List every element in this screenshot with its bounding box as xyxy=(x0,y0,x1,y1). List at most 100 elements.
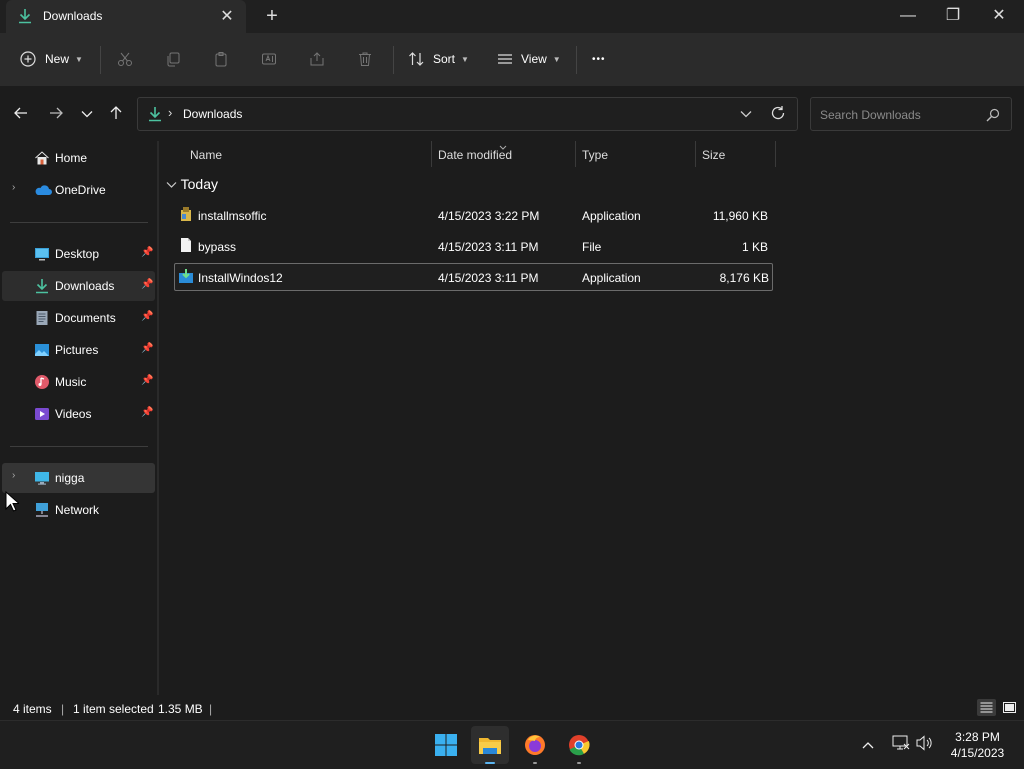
pin-icon[interactable]: 📌 xyxy=(141,279,153,290)
chevron-down-icon xyxy=(81,107,93,121)
column-header-size[interactable]: Size xyxy=(702,148,725,162)
document-icon xyxy=(34,310,50,326)
tiles-view-button[interactable] xyxy=(1000,699,1018,716)
chevron-right-icon[interactable]: › xyxy=(12,182,15,193)
copy-button[interactable] xyxy=(165,48,181,70)
sidebar-item-videos[interactable]: Videos 📌 xyxy=(2,399,155,429)
sidebar-item-label: Downloads xyxy=(55,279,115,293)
breadcrumb-downloads[interactable]: Downloads xyxy=(183,107,242,121)
chevron-right-icon[interactable]: › xyxy=(12,470,15,481)
selected-size: 1.35 MB xyxy=(158,702,203,716)
sidebar-item-downloads[interactable]: Downloads 📌 xyxy=(2,271,155,301)
cloud-icon xyxy=(34,182,52,198)
sidebar-item-label: Home xyxy=(55,151,88,165)
column-divider[interactable] xyxy=(431,141,432,167)
close-tab-button[interactable]: ✕ xyxy=(218,6,236,26)
pin-icon[interactable]: 📌 xyxy=(141,407,153,418)
picture-icon xyxy=(34,342,50,358)
file-date: 4/15/2023 3:22 PM xyxy=(438,209,540,223)
pane-splitter[interactable] xyxy=(157,141,159,695)
network-status-icon[interactable] xyxy=(892,735,910,754)
view-button[interactable]: View ▼ xyxy=(497,48,561,70)
taskbar-chrome[interactable] xyxy=(560,726,598,764)
tiles-view-icon xyxy=(1002,702,1016,713)
volume-icon[interactable] xyxy=(916,735,934,754)
download-icon xyxy=(34,278,50,294)
table-row[interactable]: installmsoffic 4/15/2023 3:22 PM Applica… xyxy=(174,202,771,228)
pin-icon[interactable]: 📌 xyxy=(141,311,153,322)
column-header-name[interactable]: Name xyxy=(190,148,222,162)
rename-button[interactable] xyxy=(261,48,277,70)
sort-button[interactable]: Sort ▼ xyxy=(408,48,469,70)
chevron-up-icon xyxy=(862,742,874,749)
pin-icon[interactable]: 📌 xyxy=(141,343,153,354)
file-type: File xyxy=(582,240,602,254)
video-icon xyxy=(34,406,50,422)
divider xyxy=(576,46,577,74)
column-header-type[interactable]: Type xyxy=(582,148,608,162)
start-button[interactable] xyxy=(427,726,465,764)
sidebar-item-label: Network xyxy=(55,503,100,517)
up-button[interactable] xyxy=(105,104,127,124)
table-row[interactable]: bypass 4/15/2023 3:11 PM File 1 KB xyxy=(174,233,771,259)
refresh-icon[interactable] xyxy=(770,105,786,124)
chevron-down-icon: ▼ xyxy=(461,54,469,64)
sidebar-item-music[interactable]: Music 📌 xyxy=(2,367,155,397)
close-window-button[interactable]: ✕ xyxy=(976,3,1022,29)
column-divider[interactable] xyxy=(575,141,576,167)
item-count: 4 items xyxy=(13,702,52,716)
details-view-icon xyxy=(980,702,993,713)
pin-icon[interactable]: 📌 xyxy=(141,375,153,386)
selected-count: 1 item selected xyxy=(73,702,154,716)
file-type: Application xyxy=(582,271,641,285)
tab-title: Downloads xyxy=(43,9,103,23)
pin-icon[interactable]: 📌 xyxy=(141,247,153,258)
command-bar: New ▼ Sort ▼ View ▼ ••• xyxy=(0,33,1024,87)
address-bar[interactable]: › Downloads xyxy=(137,97,798,131)
table-row-selected[interactable]: InstallWindos12 4/15/2023 3:11 PM Applic… xyxy=(174,263,773,291)
sidebar-item-network[interactable]: › Network xyxy=(2,495,155,525)
sidebar-item-desktop[interactable]: Desktop 📌 xyxy=(2,239,155,269)
arrow-right-icon xyxy=(49,107,63,122)
windows-logo-icon xyxy=(435,734,457,756)
file-size: 11,960 KB xyxy=(712,209,768,223)
minimize-button[interactable]: — xyxy=(885,3,931,29)
view-list-icon xyxy=(497,52,513,66)
new-tab-button[interactable]: + xyxy=(262,5,282,28)
blank-file-icon xyxy=(180,237,192,256)
share-button[interactable] xyxy=(309,48,325,70)
new-button[interactable]: New ▼ xyxy=(20,48,83,70)
recent-locations-button[interactable] xyxy=(76,104,98,124)
sidebar-item-home[interactable]: Home xyxy=(2,143,155,173)
more-options-button[interactable]: ••• xyxy=(592,48,606,70)
divider xyxy=(100,46,101,74)
search-input[interactable]: Search Downloads xyxy=(820,108,921,122)
folder-icon xyxy=(479,738,501,764)
back-button[interactable] xyxy=(10,104,32,124)
details-view-button[interactable] xyxy=(977,699,996,716)
plus-circle-icon xyxy=(20,51,36,67)
paste-button[interactable] xyxy=(213,48,229,70)
group-header-today[interactable]: Today xyxy=(166,176,218,192)
system-clock[interactable]: 3:28 PM 4/15/2023 xyxy=(940,729,1015,761)
search-icon xyxy=(986,108,1000,125)
forward-button[interactable] xyxy=(45,104,67,124)
search-box[interactable]: Search Downloads xyxy=(810,97,1012,131)
restore-button[interactable]: ❐ xyxy=(930,3,976,29)
network-icon xyxy=(34,502,50,518)
firefox-icon xyxy=(525,735,545,764)
cut-button[interactable] xyxy=(117,48,133,70)
sidebar-item-documents[interactable]: Documents 📌 xyxy=(2,303,155,333)
taskbar-file-explorer[interactable] xyxy=(471,726,509,764)
taskbar-firefox[interactable] xyxy=(516,726,554,764)
delete-button[interactable] xyxy=(357,48,373,70)
show-hidden-icons-button[interactable] xyxy=(862,738,874,752)
tab-downloads[interactable]: Downloads ✕ xyxy=(6,0,246,33)
column-divider[interactable] xyxy=(775,141,776,167)
sort-icon xyxy=(408,51,425,67)
column-divider[interactable] xyxy=(695,141,696,167)
sidebar-item-this-pc[interactable]: › nigga xyxy=(2,463,155,493)
sidebar-item-onedrive[interactable]: › OneDrive xyxy=(2,175,155,205)
sidebar-item-pictures[interactable]: Pictures 📌 xyxy=(2,335,155,365)
address-history-button[interactable] xyxy=(740,107,752,121)
